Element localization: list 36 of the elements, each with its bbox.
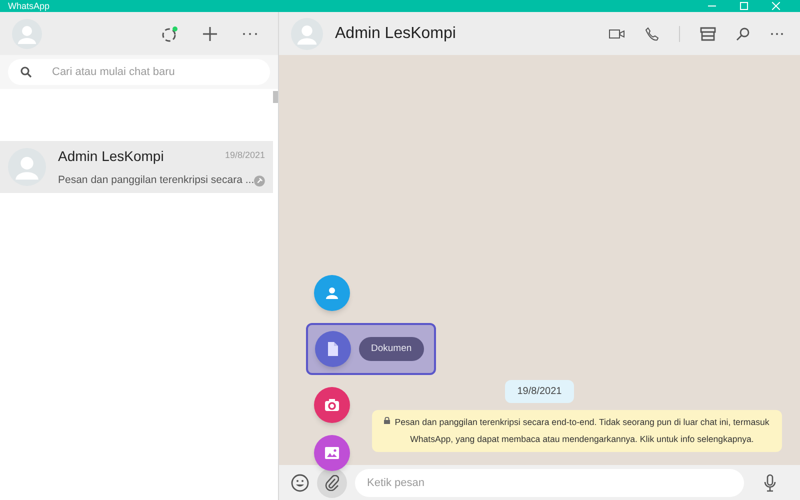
system-message[interactable]: Pesan dan panggilan terenkripsi secara end-to-end. Tidak seorang pun di luar chat ini, termasuk WhatsApp, yang dapat membaca atau mendengarkannya. Klik untuk info selengkapnya.: [372, 410, 782, 452]
search-icon[interactable]: [736, 26, 750, 40]
phone-icon[interactable]: [645, 26, 659, 40]
smiley-icon[interactable]: [291, 474, 309, 492]
attach-button[interactable]: [317, 468, 347, 498]
date-badge: 19/8/2021: [505, 380, 574, 403]
status-icon[interactable]: [162, 26, 178, 42]
chat-name: Admin LesKompi: [58, 146, 164, 166]
attach-option-button[interactable]: [314, 275, 350, 311]
lock-icon: [384, 417, 390, 424]
chat-list-item[interactable]: Admin LesKompi 19/8/2021 Pesan dan panggilan terenkripsi secara ...: [0, 141, 273, 193]
window-title: WhatsApp: [8, 1, 50, 11]
encryption-notice: Pesan dan panggilan terenkripsi secara end-to-end. Tidak seorang pun di luar chat ini, termasuk WhatsApp, yang dapat membaca atau mendengarkannya. Klik untuk info selengkapnya.: [394, 416, 770, 446]
scrollbar-thumb[interactable]: [273, 91, 278, 103]
attach-option-button[interactable]: [314, 435, 350, 471]
camera-icon: [325, 398, 339, 412]
attach-option-button[interactable]: [315, 331, 351, 367]
more-icon[interactable]: [242, 32, 258, 36]
message-input[interactable]: Ketik pesan: [355, 468, 744, 496]
plus-icon[interactable]: [202, 26, 218, 42]
attach-option-button[interactable]: [314, 387, 350, 423]
chat-time: 19/8/2021: [224, 149, 265, 162]
search-field[interactable]: Cari atau mulai chat baru: [8, 59, 270, 85]
search-icon: [20, 66, 32, 78]
contact-name[interactable]: Admin LesKompi: [335, 22, 456, 46]
more-icon[interactable]: [770, 32, 784, 36]
document-icon: [326, 342, 340, 356]
paperclip-icon: [325, 474, 339, 490]
contact-icon: [325, 286, 339, 300]
video-camera-icon[interactable]: [609, 28, 625, 38]
chat-preview: Pesan dan panggilan terenkripsi secara ...: [58, 172, 254, 188]
tooltip: Dokumen: [359, 336, 424, 362]
microphone-icon[interactable]: [764, 474, 776, 492]
store-icon[interactable]: [700, 26, 716, 40]
avatar-icon: [8, 148, 46, 186]
image-icon: [325, 446, 339, 460]
